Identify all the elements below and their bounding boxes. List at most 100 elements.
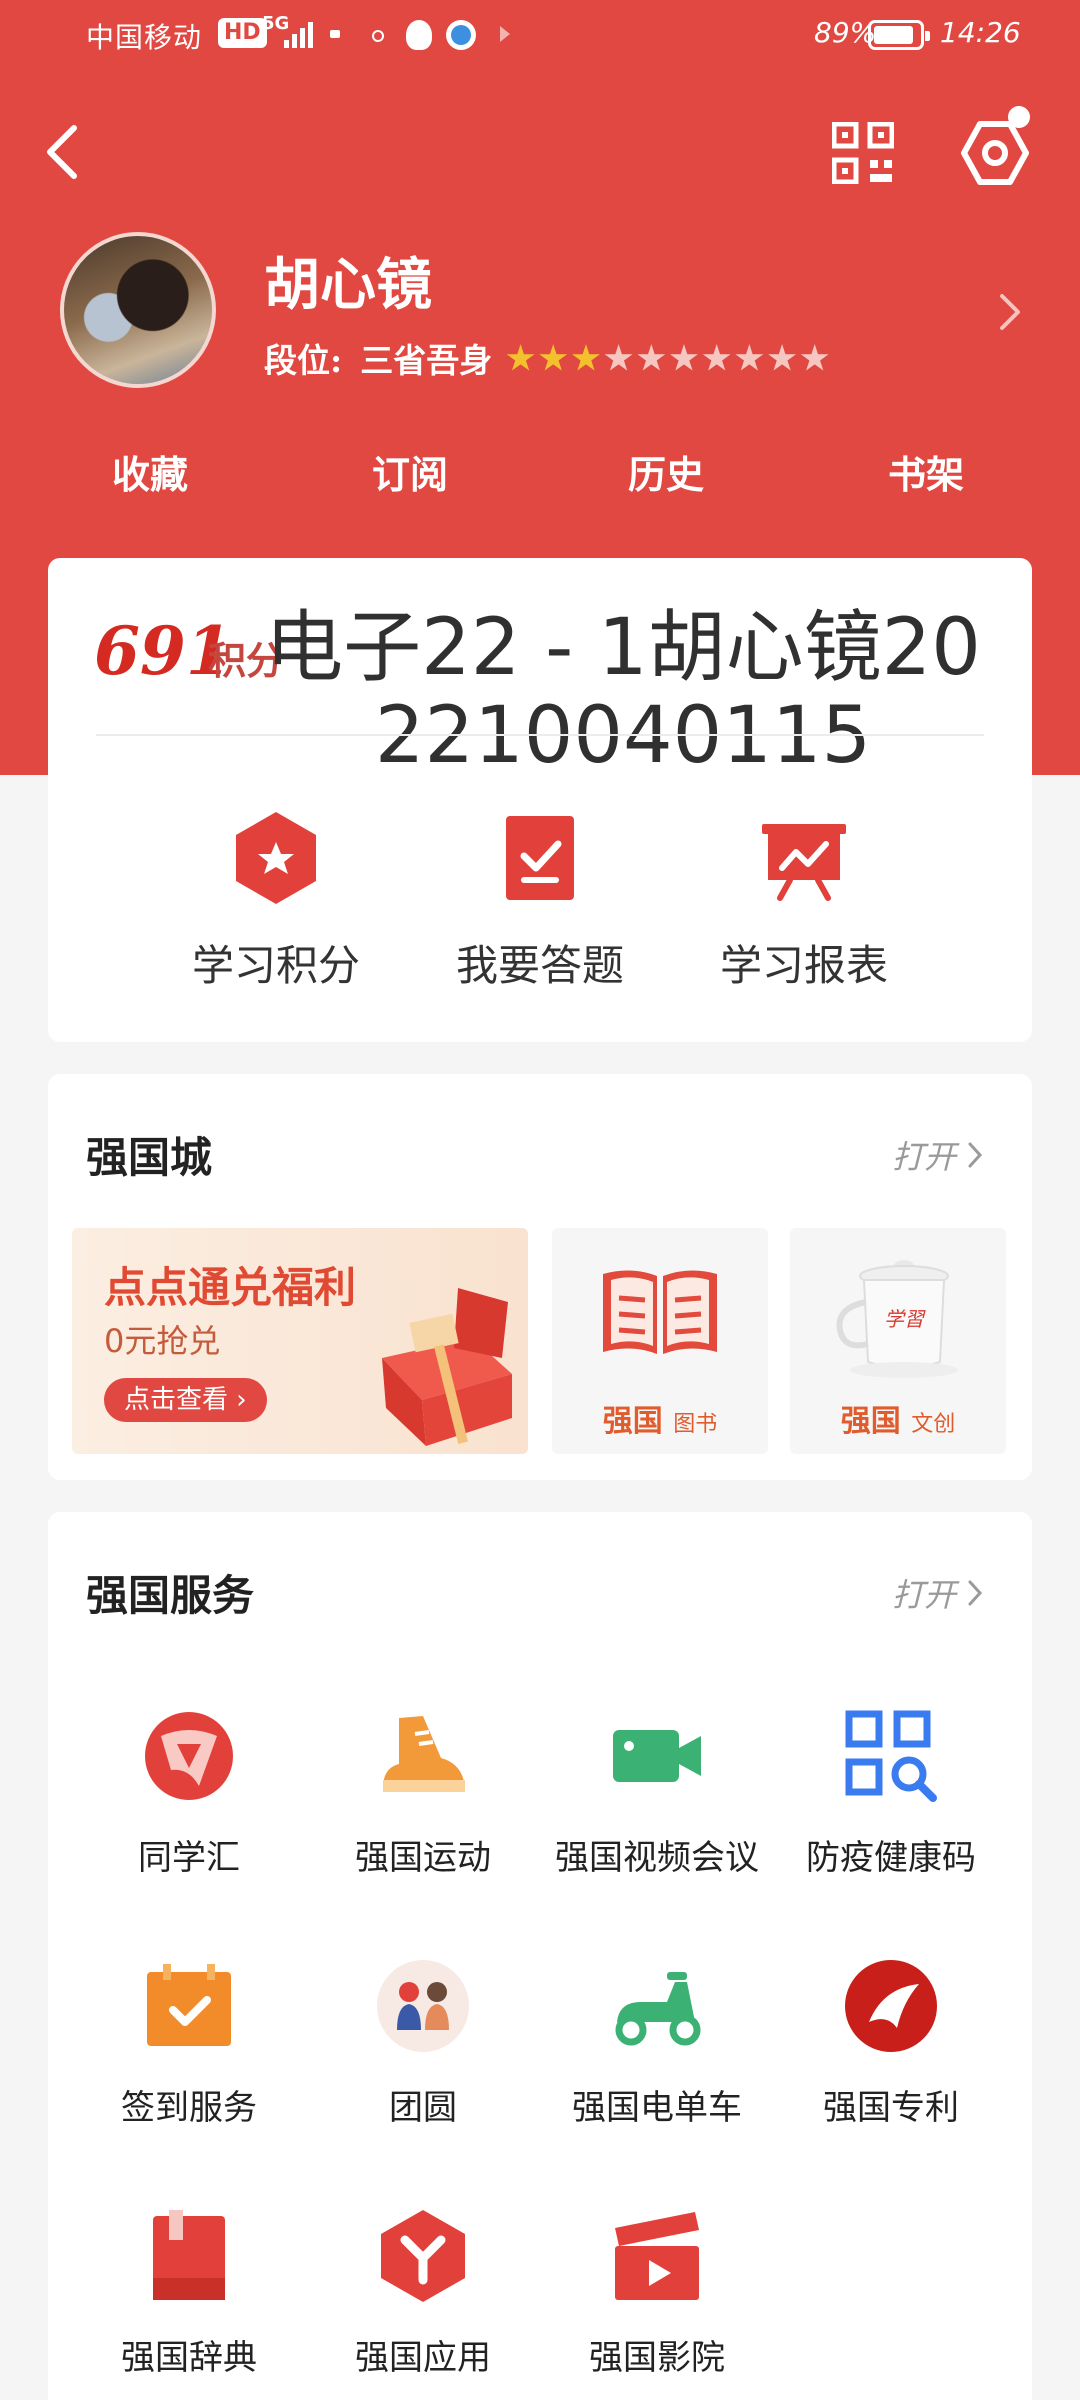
rank-row: 段位: 三省吾身 ★ ★ ★ ★ ★ ★ ★ ★ ★ ★ <box>264 334 829 382</box>
feature-study-report[interactable]: 学习报表 <box>684 808 924 993</box>
open-link-label: 打开 <box>891 1576 956 1614</box>
checkin-calendar-icon <box>147 1964 231 2046</box>
service-label: 强国应用 <box>355 2338 491 2378</box>
service-dictionary[interactable]: 强国辞典 <box>72 2208 306 2379</box>
banner-subtitle: 0元抢兑 <box>104 1322 221 1360</box>
svg-text:学習: 学習 <box>884 1307 926 1331</box>
star-icon: ★ <box>800 339 830 377</box>
video-camera-icon <box>613 1730 701 1782</box>
service-label: 强国运动 <box>355 1838 491 1878</box>
service-label: 强国电单车 <box>572 2088 742 2128</box>
patent-icon <box>845 1960 937 2052</box>
service-patent[interactable]: 强国专利 <box>774 1958 1008 2129</box>
battery-percent: 89% <box>814 16 877 49</box>
banner-title: 点点通兑福利 <box>104 1263 357 1312</box>
mall-title: 强国城 <box>86 1133 213 1182</box>
browser-icon <box>446 20 476 50</box>
mall-open-link[interactable]: 打开 <box>892 1132 984 1178</box>
tab-favorites[interactable]: 收藏 <box>112 444 188 499</box>
tab-bookshelf[interactable]: 书架 <box>888 444 964 499</box>
tab-history[interactable]: 历史 <box>628 444 704 499</box>
service-cinema[interactable]: 强国影院 <box>540 2208 774 2379</box>
service-label: 签到服务 <box>121 2088 257 2128</box>
battery-icon <box>868 20 930 50</box>
carrier-name: 中国移动 <box>86 21 203 54</box>
banner-view-button[interactable]: 点击查看 › <box>104 1378 267 1422</box>
open-link-label: 打开 <box>891 1138 956 1176</box>
service-label: 强国辞典 <box>121 2338 257 2378</box>
feature-study-points[interactable]: 学习积分 <box>156 808 396 993</box>
service-checkin[interactable]: 签到服务 <box>72 1958 306 2129</box>
chevron-right-icon <box>968 1142 983 1168</box>
star-hexagon-icon <box>236 812 316 904</box>
notification-dot <box>1008 106 1030 128</box>
service-apps[interactable]: 强国应用 <box>306 2208 540 2379</box>
service-e-bike[interactable]: 强国电单车 <box>540 1958 774 2129</box>
star-icon: ★ <box>604 339 633 377</box>
gear-icon <box>961 121 1029 185</box>
feature-answer-quiz[interactable]: 我要答题 <box>420 808 660 993</box>
answer-check-icon <box>506 816 574 900</box>
service-reunion[interactable]: 团圆 <box>306 1958 540 2129</box>
services-title: 强国服务 <box>86 1571 255 1620</box>
play-store-icon <box>500 26 510 42</box>
signal-icon <box>284 20 313 48</box>
rank-stars: ★ ★ ★ ★ ★ ★ ★ ★ ★ ★ <box>506 339 829 377</box>
watermark-overlay-text: 电子22 - 1胡心镜20 2210040115 <box>265 603 981 781</box>
star-icon: ★ <box>767 339 797 377</box>
mall-tile-label: 强国 文创 <box>840 1404 956 1439</box>
points-card: 691 积分 电子22 - 1胡心镜20 2210040115 学习积分 我要答… <box>48 558 1032 1042</box>
feature-label: 学习报表 <box>719 941 888 990</box>
feature-label: 我要答题 <box>455 941 624 990</box>
avatar[interactable] <box>60 232 216 388</box>
notification-icon <box>372 30 384 42</box>
scooter-icon <box>615 1972 701 2046</box>
service-sports[interactable]: 强国运动 <box>306 1708 540 1879</box>
back-icon[interactable] <box>40 122 90 182</box>
report-chart-icon <box>762 824 846 901</box>
mall-card: 强国城 打开 点点通兑福利 0元抢兑 点击查看 › 强国 图书 学習 强国 文创 <box>48 1074 1032 1480</box>
qr-code-icon[interactable] <box>832 122 894 184</box>
service-health-code[interactable]: 防疫健康码 <box>774 1708 1008 1879</box>
star-icon: ★ <box>571 339 601 377</box>
star-icon: ★ <box>702 339 731 377</box>
notification-icon <box>330 30 340 38</box>
rank-label: 段位: <box>264 341 343 380</box>
star-icon: ★ <box>735 339 764 377</box>
dictionary-icon <box>153 2210 225 2300</box>
service-label: 防疫健康码 <box>806 1838 976 1878</box>
open-book-icon <box>603 1270 717 1354</box>
clapperboard-icon <box>615 2212 699 2300</box>
star-icon: ★ <box>506 339 535 377</box>
qq-icon <box>406 20 432 50</box>
sneaker-icon <box>383 1716 465 1792</box>
star-icon: ★ <box>538 339 568 377</box>
tab-subscriptions[interactable]: 订阅 <box>372 444 448 499</box>
mall-tile-label: 强国 图书 <box>602 1404 718 1439</box>
status-bar: 中国移动 HD 5G 89% 14:26 <box>0 0 1080 70</box>
health-qr-icon <box>845 1710 937 1802</box>
mall-tile-books[interactable]: 强国 图书 <box>552 1228 768 1454</box>
chevron-right-icon <box>968 1580 983 1606</box>
mall-promo-banner[interactable]: 点点通兑福利 0元抢兑 点击查看 › <box>72 1228 528 1454</box>
divider <box>96 734 984 736</box>
service-label: 强国视频会议 <box>555 1838 759 1878</box>
star-icon: ★ <box>669 339 699 377</box>
service-classmates[interactable]: 同学汇 <box>72 1708 306 1879</box>
clock: 14:26 <box>940 16 1021 49</box>
service-video-conference[interactable]: 强国视频会议 <box>540 1708 774 1879</box>
classmates-icon <box>145 1712 233 1800</box>
mall-tile-cultural[interactable]: 学習 强国 文创 <box>790 1228 1006 1454</box>
services-card: 强国服务 打开 同学汇 强国运动 强国视频会议 防疫健康码 签到服务 团圆 强国… <box>48 1512 1032 2400</box>
hd-badge: HD <box>218 18 267 48</box>
settings-button[interactable] <box>960 106 1030 188</box>
service-label: 团圆 <box>389 2088 457 2128</box>
service-label: 强国专利 <box>823 2088 959 2128</box>
tea-cup-icon: 学習 <box>836 1260 958 1378</box>
feature-label: 学习积分 <box>191 941 360 990</box>
service-label: 强国影院 <box>589 2338 725 2378</box>
services-open-link[interactable]: 打开 <box>892 1570 984 1616</box>
profile-chevron-right-icon[interactable] <box>994 290 1024 334</box>
gift-box-icon <box>382 1288 512 1446</box>
service-label: 同学汇 <box>138 1838 240 1878</box>
